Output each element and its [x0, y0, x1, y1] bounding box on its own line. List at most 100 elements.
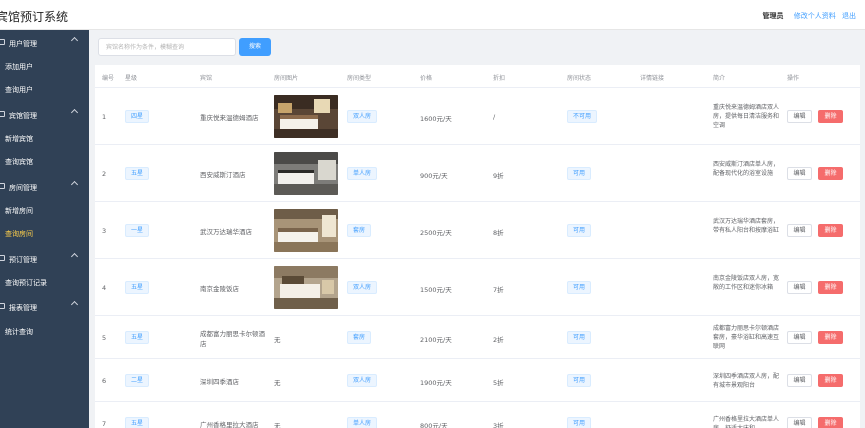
col-header-actions: 操作 [787, 75, 800, 82]
delete-button[interactable]: 删除 [818, 374, 843, 387]
cell-id: 3 [102, 227, 107, 235]
menu-item-query-room[interactable]: 查询房间 [5, 229, 33, 239]
edit-profile-link[interactable]: 修改个人资料 [794, 12, 836, 20]
menu-group-booking[interactable]: 预订管理 [0, 248, 89, 271]
cell-id: 7 [102, 420, 107, 428]
col-header-intro: 简介 [713, 75, 726, 82]
cell-id: 6 [102, 377, 107, 385]
cell-price: 1900元/天 [420, 379, 452, 387]
cell-price: 1500元/天 [420, 286, 452, 294]
status-tag: 可用 [567, 224, 592, 237]
table-row: 1 四星 重庆悦来温德姆酒店 双人房 1600元/天 / 不可用 重庆悦来温德姆酒店双人房，提… [95, 88, 860, 145]
cell-discount: 9折 [493, 172, 504, 180]
cell-intro: 南京金陵饭店双人房，宽敞的工作区和迷你冰箱 [713, 275, 780, 291]
sidebar: 用户管理 添加用户 查询用户 宾馆管理 新增宾馆 查询宾馆 房间管理 新增房间 … [0, 30, 89, 428]
room-image [274, 209, 338, 252]
menu-item-query-hotel[interactable]: 查询宾馆 [5, 157, 33, 167]
document-icon [0, 255, 5, 261]
edit-button[interactable]: 编辑 [787, 374, 812, 387]
cell-price: 900元/天 [420, 172, 448, 180]
table-row: 4 五星 南京金陵饭店 双人房 1500元/天 7折 可用 南京金陵饭店双人房，宽敞的工作区和… [95, 259, 860, 316]
edit-button[interactable]: 编辑 [787, 224, 812, 237]
cell-price: 1600元/天 [420, 115, 452, 123]
room-image [274, 95, 338, 138]
delete-button[interactable]: 删除 [818, 331, 843, 344]
no-image-text: 无 [274, 422, 281, 428]
status-tag: 可用 [567, 331, 592, 344]
room-type-tag: 双人房 [347, 281, 378, 294]
cell-intro: 西安威斯汀酒店单人房，配备现代化的浴室设施 [713, 161, 780, 177]
menu-item-add-user[interactable]: 添加用户 [5, 62, 33, 72]
cell-hotel: 武汉万达瑞华酒店 [200, 228, 252, 236]
cell-price: 2500元/天 [420, 229, 452, 237]
menu-item-add-room[interactable]: 新增房间 [5, 206, 33, 216]
room-type-tag: 双人房 [347, 110, 378, 123]
delete-button[interactable]: 删除 [818, 167, 843, 180]
menu-group-hotel[interactable]: 宾馆管理 [0, 104, 89, 127]
edit-button[interactable]: 编辑 [787, 110, 812, 123]
delete-button[interactable]: 删除 [818, 417, 843, 428]
chevron-up-icon [70, 108, 79, 117]
cell-hotel: 成都富力丽思卡尔顿酒店 [200, 330, 265, 348]
delete-button[interactable]: 删除 [818, 281, 843, 294]
status-tag: 可用 [567, 374, 592, 387]
room-type-tag: 单人房 [347, 417, 378, 428]
no-image-text: 无 [274, 336, 281, 344]
star-tag: 五星 [125, 281, 150, 294]
menu-group-user[interactable]: 用户管理 [0, 32, 89, 55]
edit-button[interactable]: 编辑 [787, 417, 812, 428]
logout-link[interactable]: 退出 [842, 12, 856, 20]
cell-discount: 7折 [493, 286, 504, 294]
cell-intro: 重庆悦来温德姆酒店双人房，提供每日清洁服务和空调 [713, 104, 780, 129]
cell-id: 5 [102, 334, 107, 342]
building-icon [0, 111, 5, 117]
cell-intro: 武汉万达瑞华酒店套房，带有私人阳台和按摩浴缸 [713, 218, 780, 234]
menu-group-report[interactable]: 报表管理 [0, 296, 89, 319]
edit-button[interactable]: 编辑 [787, 167, 812, 180]
cell-hotel: 广州香格里拉大酒店 [200, 421, 259, 428]
chevron-up-icon [70, 36, 79, 45]
cell-hotel: 深圳四季酒店 [200, 378, 239, 386]
cell-discount: / [493, 113, 496, 121]
cell-id: 2 [102, 170, 107, 178]
cell-intro: 广州香格里拉大酒店单人房，舒适大床和 [713, 416, 780, 428]
cell-discount: 5折 [493, 379, 504, 387]
col-header-discount: 折扣 [493, 75, 506, 82]
menu-item-query-booking[interactable]: 查询预订记录 [5, 278, 47, 288]
chevron-up-icon [70, 300, 79, 309]
col-header-image: 房间图片 [274, 75, 299, 82]
chevron-up-icon [70, 252, 79, 261]
menu-group-label: 宾馆管理 [9, 112, 37, 120]
room-image [274, 266, 338, 309]
current-user: 管理员 [762, 12, 784, 20]
app-title: 宾馆预订系统 [0, 10, 69, 24]
status-tag: 不可用 [567, 110, 598, 123]
menu-item-query-user[interactable]: 查询用户 [5, 85, 33, 95]
status-tag: 可用 [567, 167, 592, 180]
menu-group-label: 用户管理 [9, 40, 37, 48]
chart-icon [0, 303, 5, 309]
col-header-star: 星级 [125, 75, 138, 82]
table-row: 7 五星 广州香格里拉大酒店 无 单人房 800元/天 3折 可用 广州香格里拉大酒店单人房，舒… [95, 402, 860, 428]
table-row: 2 五星 西安威斯汀酒店 单人房 900元/天 9折 可用 西安威斯汀酒店单人房，配备现代化的… [95, 145, 860, 202]
menu-group-label: 报表管理 [9, 304, 37, 312]
room-type-tag: 单人房 [347, 167, 378, 180]
search-input[interactable] [98, 38, 236, 56]
search-button[interactable]: 搜索 [239, 38, 271, 56]
col-header-detail-link: 详情链接 [640, 75, 665, 82]
col-header-status: 房间状态 [567, 75, 592, 82]
edit-button[interactable]: 编辑 [787, 281, 812, 294]
delete-button[interactable]: 删除 [818, 224, 843, 237]
room-table: 编号 星级 宾馆 房间图片 房间类型 价格 折扣 房间状态 详情链接 简介 操作… [95, 65, 860, 428]
table-row: 6 二星 深圳四季酒店 无 双人房 1900元/天 5折 可用 深圳四季酒店双人房，配有城市景观… [95, 359, 860, 402]
star-tag: 五星 [125, 167, 150, 180]
delete-button[interactable]: 删除 [818, 110, 843, 123]
menu-item-statistics[interactable]: 统计查询 [5, 327, 33, 337]
header-user-area: 管理员 修改个人资料 退出 [763, 11, 856, 21]
cell-hotel: 西安威斯汀酒店 [200, 171, 246, 179]
menu-group-room[interactable]: 房间管理 [0, 176, 89, 199]
menu-item-add-hotel[interactable]: 新增宾馆 [5, 134, 33, 144]
edit-button[interactable]: 编辑 [787, 331, 812, 344]
home-icon [0, 183, 5, 189]
cell-id: 4 [102, 284, 107, 292]
